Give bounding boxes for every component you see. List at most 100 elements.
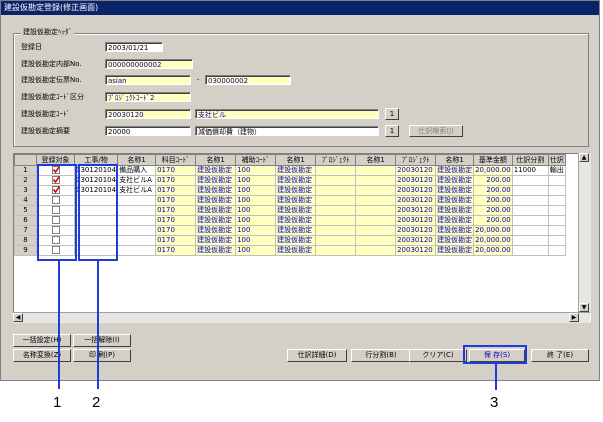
- cell-name1[interactable]: 備品購入: [117, 165, 157, 176]
- cell-pj2-name[interactable]: 建設仮勘定: [435, 235, 475, 246]
- cell-pj1-name[interactable]: [355, 185, 397, 196]
- grid-column-header[interactable]: 名称1: [275, 154, 317, 166]
- cell-pj1[interactable]: [315, 175, 357, 186]
- cell-k-name[interactable]: 建設仮勘定: [195, 175, 237, 186]
- approval-no-field[interactable]: 000000000002: [105, 59, 193, 69]
- reg-date-field[interactable]: 2003/01/21: [105, 42, 163, 52]
- code-field[interactable]: 20030120: [105, 109, 191, 119]
- code-kbn-field[interactable]: ﾌﾟﾛｼﾞｪｸﾄｺｰﾄﾞ2: [105, 92, 191, 102]
- scroll-right-icon[interactable]: ▶: [569, 313, 579, 322]
- cell-pj1-name[interactable]: [355, 235, 397, 246]
- cell-bunkatsu[interactable]: [511, 175, 549, 186]
- scroll-up-icon[interactable]: ▲: [579, 153, 589, 162]
- cell-kamoku[interactable]: 0170: [155, 165, 197, 176]
- slip-no-prefix-field[interactable]: asian: [105, 75, 191, 85]
- cell-shiwake[interactable]: 輸出: [547, 165, 566, 176]
- cell-pj2[interactable]: 20030120: [395, 205, 437, 216]
- grid-column-header[interactable]: ﾌﾟﾛｼﾞｪｸﾄ: [395, 154, 437, 166]
- grid-vertical-scrollbar[interactable]: ▲ ▼: [578, 153, 591, 313]
- cell-amount[interactable]: 20,000.00: [473, 245, 513, 256]
- name-convert-button[interactable]: 名称変換(Z): [13, 349, 71, 362]
- cell-pj2-name[interactable]: 建設仮勘定: [435, 215, 475, 226]
- cell-pj1[interactable]: [315, 165, 357, 176]
- code-lookup-button[interactable]: 1: [385, 108, 399, 120]
- cell-amount[interactable]: 20,000.00: [473, 235, 513, 246]
- cell-hojo[interactable]: 100: [235, 225, 277, 236]
- cell-k-name[interactable]: 建設仮勘定: [195, 195, 237, 206]
- row-split-button[interactable]: 行分割(B): [351, 349, 411, 362]
- grid-column-header[interactable]: 仕訳: [547, 154, 566, 166]
- journal-search-button[interactable]: 仕訳検索(J): [409, 125, 463, 137]
- cell-pj1-name[interactable]: [355, 175, 397, 186]
- cell-h-name[interactable]: 建設仮勘定: [275, 245, 317, 256]
- cell-pj2[interactable]: 20030120: [395, 215, 437, 226]
- slip-no-number-field[interactable]: 030000002: [205, 75, 291, 85]
- cell-pj2-name[interactable]: 建設仮勘定: [435, 185, 475, 196]
- cell-shiwake[interactable]: [547, 205, 566, 216]
- cell-hojo[interactable]: 100: [235, 195, 277, 206]
- cell-pj1[interactable]: [315, 185, 357, 196]
- grid-column-header[interactable]: 名称1: [435, 154, 475, 166]
- cell-bunkatsu[interactable]: [511, 205, 549, 216]
- cell-pj1[interactable]: [315, 225, 357, 236]
- grid-column-header[interactable]: 科目ｺｰﾄﾞ: [155, 154, 197, 166]
- cell-bunkatsu[interactable]: [511, 235, 549, 246]
- cell-name1[interactable]: 支社ビルA: [117, 185, 157, 196]
- cell-hojo[interactable]: 100: [235, 235, 277, 246]
- cell-k-name[interactable]: 建設仮勘定: [195, 215, 237, 226]
- cell-shiwake[interactable]: [547, 245, 566, 256]
- cell-pj2[interactable]: 20030120: [395, 165, 437, 176]
- bulk-set-button[interactable]: 一括設定(H): [13, 334, 71, 347]
- cell-bunkatsu[interactable]: [511, 245, 549, 256]
- summary-lookup-button[interactable]: 1: [385, 125, 399, 137]
- cell-pj1[interactable]: [315, 205, 357, 216]
- cell-pj2[interactable]: 20030120: [395, 225, 437, 236]
- cell-amount[interactable]: 200.00: [473, 215, 513, 226]
- cell-pj1-name[interactable]: [355, 225, 397, 236]
- grid-column-header[interactable]: [14, 154, 37, 166]
- cell-shiwake[interactable]: [547, 175, 566, 186]
- cell-name1[interactable]: [117, 225, 157, 236]
- cell-pj2[interactable]: 20030120: [395, 195, 437, 206]
- cell-kamoku[interactable]: 0170: [155, 235, 197, 246]
- print-button[interactable]: 印 刷(P): [73, 349, 131, 362]
- cell-bunkatsu[interactable]: [511, 185, 549, 196]
- cell-h-name[interactable]: 建設仮勘定: [275, 195, 317, 206]
- clear-button[interactable]: クリア(C): [409, 349, 467, 362]
- cell-hojo[interactable]: 100: [235, 185, 277, 196]
- cell-pj1-name[interactable]: [355, 215, 397, 226]
- grid-horizontal-scrollbar[interactable]: ◀ ▶: [13, 312, 590, 323]
- scroll-down-icon[interactable]: ▼: [579, 303, 589, 312]
- cell-hojo[interactable]: 100: [235, 215, 277, 226]
- grid-column-header[interactable]: 補助ｺｰﾄﾞ: [235, 154, 277, 166]
- cell-k-name[interactable]: 建設仮勘定: [195, 165, 237, 176]
- cell-h-name[interactable]: 建設仮勘定: [275, 205, 317, 216]
- cell-pj2-name[interactable]: 建設仮勘定: [435, 245, 475, 256]
- cell-pj1-name[interactable]: [355, 245, 397, 256]
- cell-hojo[interactable]: 100: [235, 205, 277, 216]
- cell-pj2[interactable]: 20030120: [395, 235, 437, 246]
- cell-name1[interactable]: [117, 205, 157, 216]
- cell-kamoku[interactable]: 0170: [155, 195, 197, 206]
- cell-pj1[interactable]: [315, 215, 357, 226]
- cell-h-name[interactable]: 建設仮勘定: [275, 225, 317, 236]
- cell-k-name[interactable]: 建設仮勘定: [195, 185, 237, 196]
- cell-kamoku[interactable]: 0170: [155, 185, 197, 196]
- grid-column-header[interactable]: 名称1: [355, 154, 397, 166]
- cell-bunkatsu[interactable]: 11000: [511, 165, 549, 176]
- cell-kamoku[interactable]: 0170: [155, 245, 197, 256]
- cell-name1[interactable]: [117, 215, 157, 226]
- cell-amount[interactable]: 200.00: [473, 185, 513, 196]
- journal-detail-button[interactable]: 仕訳詳細(D): [287, 349, 347, 362]
- cell-kamoku[interactable]: 0170: [155, 175, 197, 186]
- cell-amount[interactable]: 20,000.00: [473, 225, 513, 236]
- cell-pj2-name[interactable]: 建設仮勘定: [435, 195, 475, 206]
- cell-h-name[interactable]: 建設仮勘定: [275, 235, 317, 246]
- cell-h-name[interactable]: 建設仮勘定: [275, 175, 317, 186]
- cell-h-name[interactable]: 建設仮勘定: [275, 165, 317, 176]
- cell-shiwake[interactable]: [547, 185, 566, 196]
- cell-pj2[interactable]: 20030120: [395, 185, 437, 196]
- cell-amount[interactable]: 200.00: [473, 175, 513, 186]
- cell-name1[interactable]: [117, 235, 157, 246]
- cell-shiwake[interactable]: [547, 225, 566, 236]
